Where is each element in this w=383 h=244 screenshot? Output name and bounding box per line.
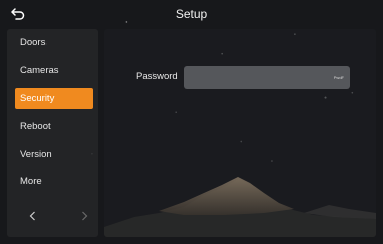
back-button[interactable]: [8, 5, 28, 23]
back-arrow-icon: [11, 7, 25, 20]
sidebar-item-version[interactable]: Version: [15, 144, 93, 165]
sidebar-item-label: Version: [20, 149, 52, 160]
password-label: Password: [136, 71, 178, 82]
sidebar-item-label: More: [20, 176, 42, 187]
sidebar-pager: [23, 207, 93, 225]
password-input[interactable]: PwdF: [184, 66, 350, 89]
settings-panel: Password PwdF: [104, 29, 376, 237]
sidebar-item-label: Reboot: [20, 121, 51, 132]
sidebar-item-label: Doors: [20, 37, 46, 48]
sidebar: Doors Cameras Security Reboot Version Mo…: [7, 29, 98, 237]
sidebar-item-label: Cameras: [20, 65, 59, 76]
prev-page-button[interactable]: [23, 207, 41, 225]
sidebar-item-more[interactable]: More: [15, 171, 93, 192]
mountain-background-image: [104, 177, 376, 237]
chevron-left-icon: [29, 211, 35, 221]
next-page-button[interactable]: [75, 207, 93, 225]
chevron-right-icon: [81, 211, 87, 221]
sidebar-item-cameras[interactable]: Cameras: [15, 60, 93, 81]
sidebar-item-security[interactable]: Security: [15, 88, 93, 109]
top-bar: Setup: [0, 0, 383, 28]
sidebar-item-reboot[interactable]: Reboot: [15, 116, 93, 137]
sidebar-item-label: Security: [20, 93, 55, 104]
page-title: Setup: [175, 7, 208, 21]
sidebar-item-doors[interactable]: Doors: [15, 32, 93, 53]
password-value: PwdF: [333, 75, 344, 80]
